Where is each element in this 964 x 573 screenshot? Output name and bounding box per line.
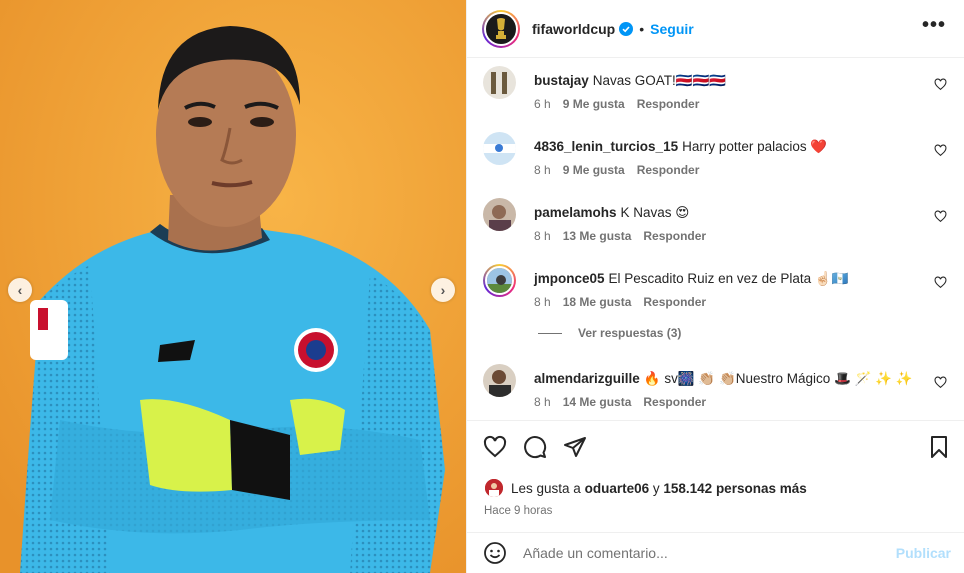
world-cup-trophy-icon (496, 17, 506, 39)
player-photo (0, 0, 466, 573)
heart-icon[interactable] (934, 210, 947, 223)
comment-text: 🔥 sv🎆 👏🏼 👏🏼Nuestro Mágico 🎩 🪄 ✨ ✨ (643, 371, 913, 386)
comment-username[interactable]: pamelamohs (534, 205, 617, 220)
verified-badge-icon (619, 21, 634, 36)
comment-text: K Navas 😍 (620, 205, 690, 220)
comments-list[interactable]: bustajay Navas GOAT!🇨🇷🇨🇷🇨🇷 6 h 9 Me gusta R… (467, 58, 964, 418)
comment-time[interactable]: 8 h (534, 163, 551, 177)
add-comment-bar: Publicar (467, 532, 964, 573)
comment-avatar[interactable] (483, 364, 516, 397)
post-header: fifaworldcup • Seguir ••• (467, 0, 964, 58)
comment-text: El Pescadito Ruiz en vez de Plata ☝🏻🇬🇹 (608, 271, 849, 286)
comment-time[interactable]: 8 h (534, 295, 551, 309)
account-avatar[interactable] (482, 9, 520, 48)
chevron-left-icon: ‹ (17, 282, 23, 298)
post-actions: Les gusta a oduarte06 y 158.142 personas… (467, 420, 964, 532)
comment-username[interactable]: jmponce05 (534, 271, 605, 286)
heart-icon[interactable] (934, 78, 947, 91)
comment-likes[interactable]: 13 Me gusta (563, 229, 632, 243)
comment-time[interactable]: 8 h (534, 229, 551, 243)
comment-input[interactable] (523, 545, 883, 561)
reply-button[interactable]: Responder (643, 295, 706, 309)
comment-avatar[interactable] (483, 264, 516, 297)
reply-button[interactable]: Responder (637, 97, 700, 111)
comment-username[interactable]: almendarizguille (534, 371, 640, 386)
instagram-post: ‹ › fifaworldcup • Seguir ••• bustajay N… (0, 0, 964, 573)
likes-conj: y (652, 480, 660, 496)
reply-button[interactable]: Responder (643, 395, 706, 409)
like-heart-icon[interactable] (483, 435, 507, 459)
likes-prefix: Les gusta a (511, 480, 581, 496)
header-separator: • (639, 20, 645, 37)
liker-username[interactable]: oduarte06 (585, 481, 650, 496)
heart-icon[interactable] (934, 376, 947, 389)
account-username[interactable]: fifaworldcup (532, 21, 615, 37)
comment-text: Harry potter palacios ❤️ (682, 139, 828, 154)
heart-icon[interactable] (934, 144, 947, 157)
likes-summary: Les gusta a oduarte06 y 158.142 personas… (485, 479, 807, 497)
reply-button[interactable]: Responder (643, 229, 706, 243)
heart-icon[interactable] (934, 276, 947, 289)
post-media[interactable]: ‹ › (0, 0, 466, 573)
comment-likes[interactable]: 9 Me gusta (563, 97, 625, 111)
comment-avatar[interactable] (483, 132, 516, 165)
follow-button[interactable]: Seguir (650, 21, 694, 37)
comment-username[interactable]: bustajay (534, 73, 589, 88)
previous-image-button[interactable]: ‹ (8, 278, 32, 302)
comment-likes[interactable]: 9 Me gusta (563, 163, 625, 177)
reply-button[interactable]: Responder (637, 163, 700, 177)
view-replies-label: Ver respuestas (3) (578, 326, 682, 340)
more-options-icon[interactable]: ••• (922, 15, 946, 35)
comment-username[interactable]: 4836_lenin_turcios_15 (534, 139, 678, 154)
post-timestamp[interactable]: Hace 9 horas (484, 505, 552, 517)
chevron-right-icon: › (440, 282, 446, 298)
comment-bubble-icon[interactable] (523, 435, 547, 459)
comment-likes[interactable]: 14 Me gusta (563, 395, 632, 409)
likes-others[interactable]: 158.142 personas más (663, 481, 806, 496)
next-image-button[interactable]: › (431, 278, 455, 302)
post-sidebar: fifaworldcup • Seguir ••• bustajay Navas … (466, 0, 964, 573)
replies-divider (538, 332, 562, 334)
comment-avatar[interactable] (483, 66, 516, 99)
comment-likes[interactable]: 18 Me gusta (563, 295, 632, 309)
liker-avatar[interactable] (485, 479, 503, 497)
publish-button[interactable]: Publicar (896, 545, 951, 561)
comment-avatar[interactable] (483, 198, 516, 231)
view-replies-button[interactable]: Ver respuestas (3) (538, 326, 681, 340)
share-paper-plane-icon[interactable] (563, 435, 587, 459)
emoji-icon[interactable] (483, 541, 507, 565)
comment-time[interactable]: 8 h (534, 395, 551, 409)
comment-text: Navas GOAT!🇨🇷🇨🇷🇨🇷 (592, 73, 727, 88)
comment-time[interactable]: 6 h (534, 97, 551, 111)
bookmark-icon[interactable] (927, 435, 951, 459)
